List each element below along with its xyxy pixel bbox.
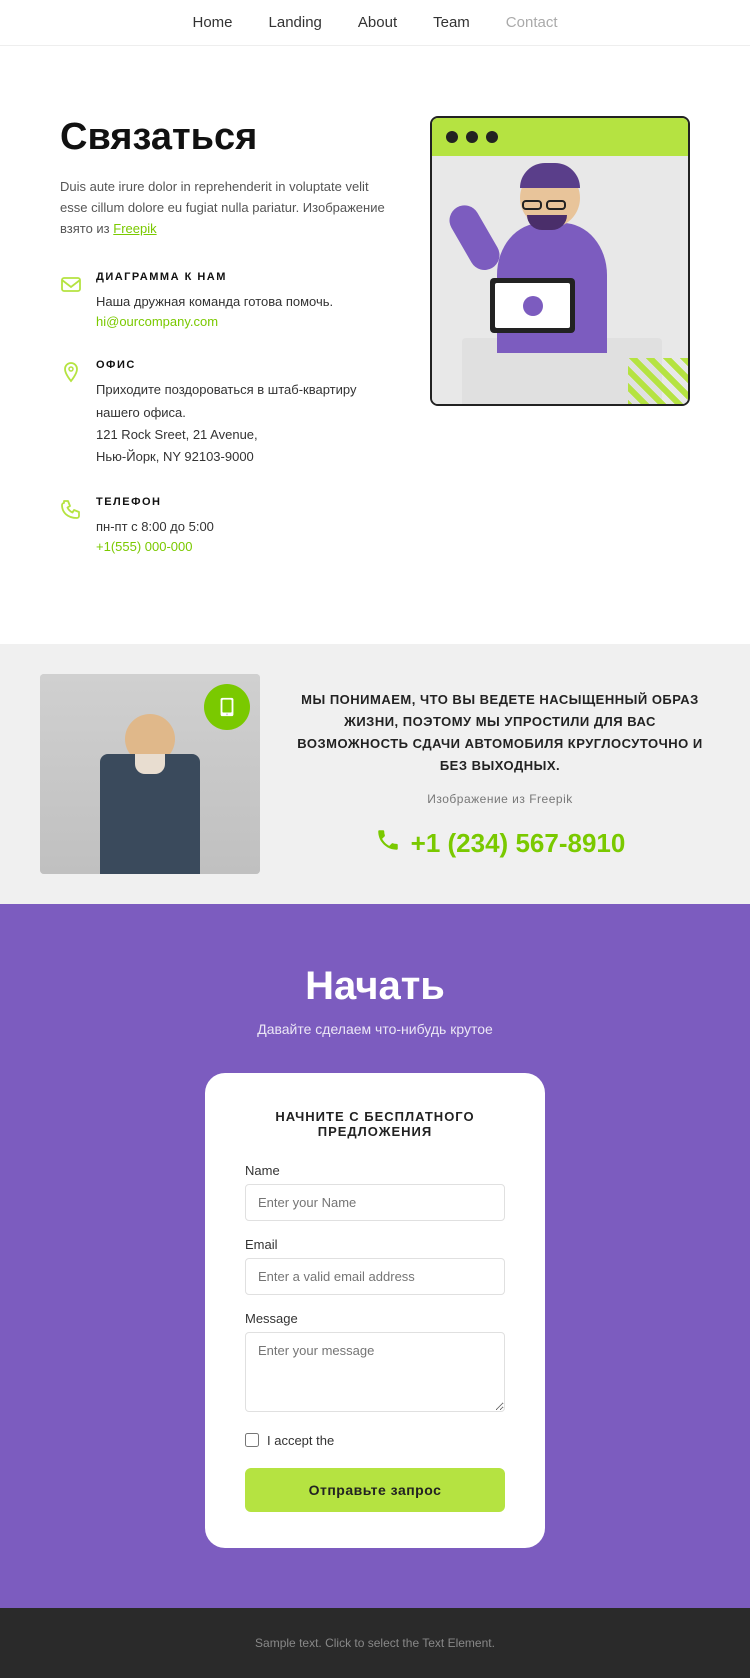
contact-phone-item: ТЕЛЕФОН пн-пт с 8:00 до 5:00 +1(555) 000… xyxy=(60,496,390,556)
phone-green-icon xyxy=(375,827,401,859)
banner-section: МЫ ПОНИМАЕМ, ЧТО ВЫ ВЕДЕТЕ НАСЫЩЕННЫЙ ОБ… xyxy=(0,644,750,904)
terms-checkbox-row: I accept the xyxy=(245,1433,505,1448)
contact-description: Duis aute irure dolor in reprehenderit i… xyxy=(60,177,390,239)
contact-illustration xyxy=(430,116,690,584)
nav-landing[interactable]: Landing xyxy=(269,14,322,31)
cta-section: Начать Давайте сделаем что-нибудь крутое… xyxy=(0,904,750,1608)
email-input[interactable] xyxy=(245,1258,505,1295)
banner-phone[interactable]: +1 (234) 567-8910 xyxy=(290,827,710,859)
footer-text: Sample text. Click to select the Text El… xyxy=(40,1636,710,1650)
main-nav: Home Landing About Team Contact xyxy=(0,0,750,46)
name-label: Name xyxy=(245,1163,505,1178)
terms-label: I accept the xyxy=(267,1433,334,1448)
illustration-stripes xyxy=(628,358,688,406)
banner-phone-text: +1 (234) 567-8910 xyxy=(411,828,626,859)
name-input[interactable] xyxy=(245,1184,505,1221)
illustration-header xyxy=(432,118,688,156)
contact-info: Связаться Duis aute irure dolor in repre… xyxy=(60,116,390,584)
contact-office-item: ОФИС Приходите поздороваться в штаб-квар… xyxy=(60,359,390,467)
message-textarea[interactable] xyxy=(245,1332,505,1412)
man-illustration xyxy=(40,674,260,874)
phone-icon xyxy=(60,498,82,520)
cta-heading: Начать xyxy=(40,964,710,1009)
man-body xyxy=(100,754,200,874)
phone-number-link[interactable]: +1(555) 000-000 xyxy=(96,539,193,554)
footer: Sample text. Click to select the Text El… xyxy=(0,1608,750,1678)
name-field-group: Name xyxy=(245,1163,505,1221)
nav-about[interactable]: About xyxy=(358,14,397,31)
email-icon xyxy=(60,273,82,295)
contact-office-body: ОФИС Приходите поздороваться в штаб-квар… xyxy=(96,359,390,467)
office-text3: Нью-Йорк, NY 92103-9000 xyxy=(96,446,390,468)
office-text1: Приходите поздороваться в штаб-квартиру … xyxy=(96,379,390,423)
contact-form-card: НАЧНИТЕ С БЕСПЛАТНОГО ПРЕДЛОЖЕНИЯ Name E… xyxy=(205,1073,545,1548)
dot-1 xyxy=(446,131,458,143)
office-text2: 121 Rock Sreet, 21 Avenue, xyxy=(96,424,390,446)
form-title: НАЧНИТЕ С БЕСПЛАТНОГО ПРЕДЛОЖЕНИЯ xyxy=(245,1109,505,1139)
location-icon xyxy=(60,361,82,383)
cta-subtitle: Давайте сделаем что-нибудь крутое xyxy=(40,1021,710,1037)
freepik-link[interactable]: Freepik xyxy=(113,221,156,236)
contact-section: Связаться Duis aute irure dolor in repre… xyxy=(0,46,750,644)
banner-description: МЫ ПОНИМАЕМ, ЧТО ВЫ ВЕДЕТЕ НАСЫЩЕННЫЙ ОБ… xyxy=(290,689,710,777)
contact-email-item: ДИАГРАММА К НАМ Наша дружная команда гот… xyxy=(60,271,390,331)
contact-email-body: ДИАГРАММА К НАМ Наша дружная команда гот… xyxy=(96,271,333,331)
illustration-box xyxy=(430,116,690,406)
message-label: Message xyxy=(245,1311,505,1326)
email-field-group: Email xyxy=(245,1237,505,1295)
contact-phone-body: ТЕЛЕФОН пн-пт с 8:00 до 5:00 +1(555) 000… xyxy=(96,496,214,556)
nav-contact[interactable]: Contact xyxy=(506,14,558,31)
email-label: Email xyxy=(245,1237,505,1252)
email-text: Наша дружная команда готова помочь. xyxy=(96,291,333,313)
dot-3 xyxy=(486,131,498,143)
banner-image xyxy=(40,674,260,874)
phone-hours: пн-пт с 8:00 до 5:00 xyxy=(96,516,214,538)
nav-home[interactable]: Home xyxy=(193,14,233,31)
dot-2 xyxy=(466,131,478,143)
illustration-body xyxy=(432,156,688,406)
nav-team[interactable]: Team xyxy=(433,14,470,31)
email-link[interactable]: hi@ourcompany.com xyxy=(96,314,218,329)
office-label: ОФИС xyxy=(96,359,390,371)
banner-text: МЫ ПОНИМАЕМ, ЧТО ВЫ ВЕДЕТЕ НАСЫЩЕННЫЙ ОБ… xyxy=(290,689,710,860)
phone-badge xyxy=(204,684,250,730)
terms-checkbox[interactable] xyxy=(245,1433,259,1447)
banner-source: Изображение из Freepik xyxy=(290,789,710,809)
email-label: ДИАГРАММА К НАМ xyxy=(96,271,333,283)
phone-label: ТЕЛЕФОН xyxy=(96,496,214,508)
message-field-group: Message xyxy=(245,1311,505,1417)
submit-button[interactable]: Отправьте запрос xyxy=(245,1468,505,1512)
contact-heading: Связаться xyxy=(60,116,390,159)
